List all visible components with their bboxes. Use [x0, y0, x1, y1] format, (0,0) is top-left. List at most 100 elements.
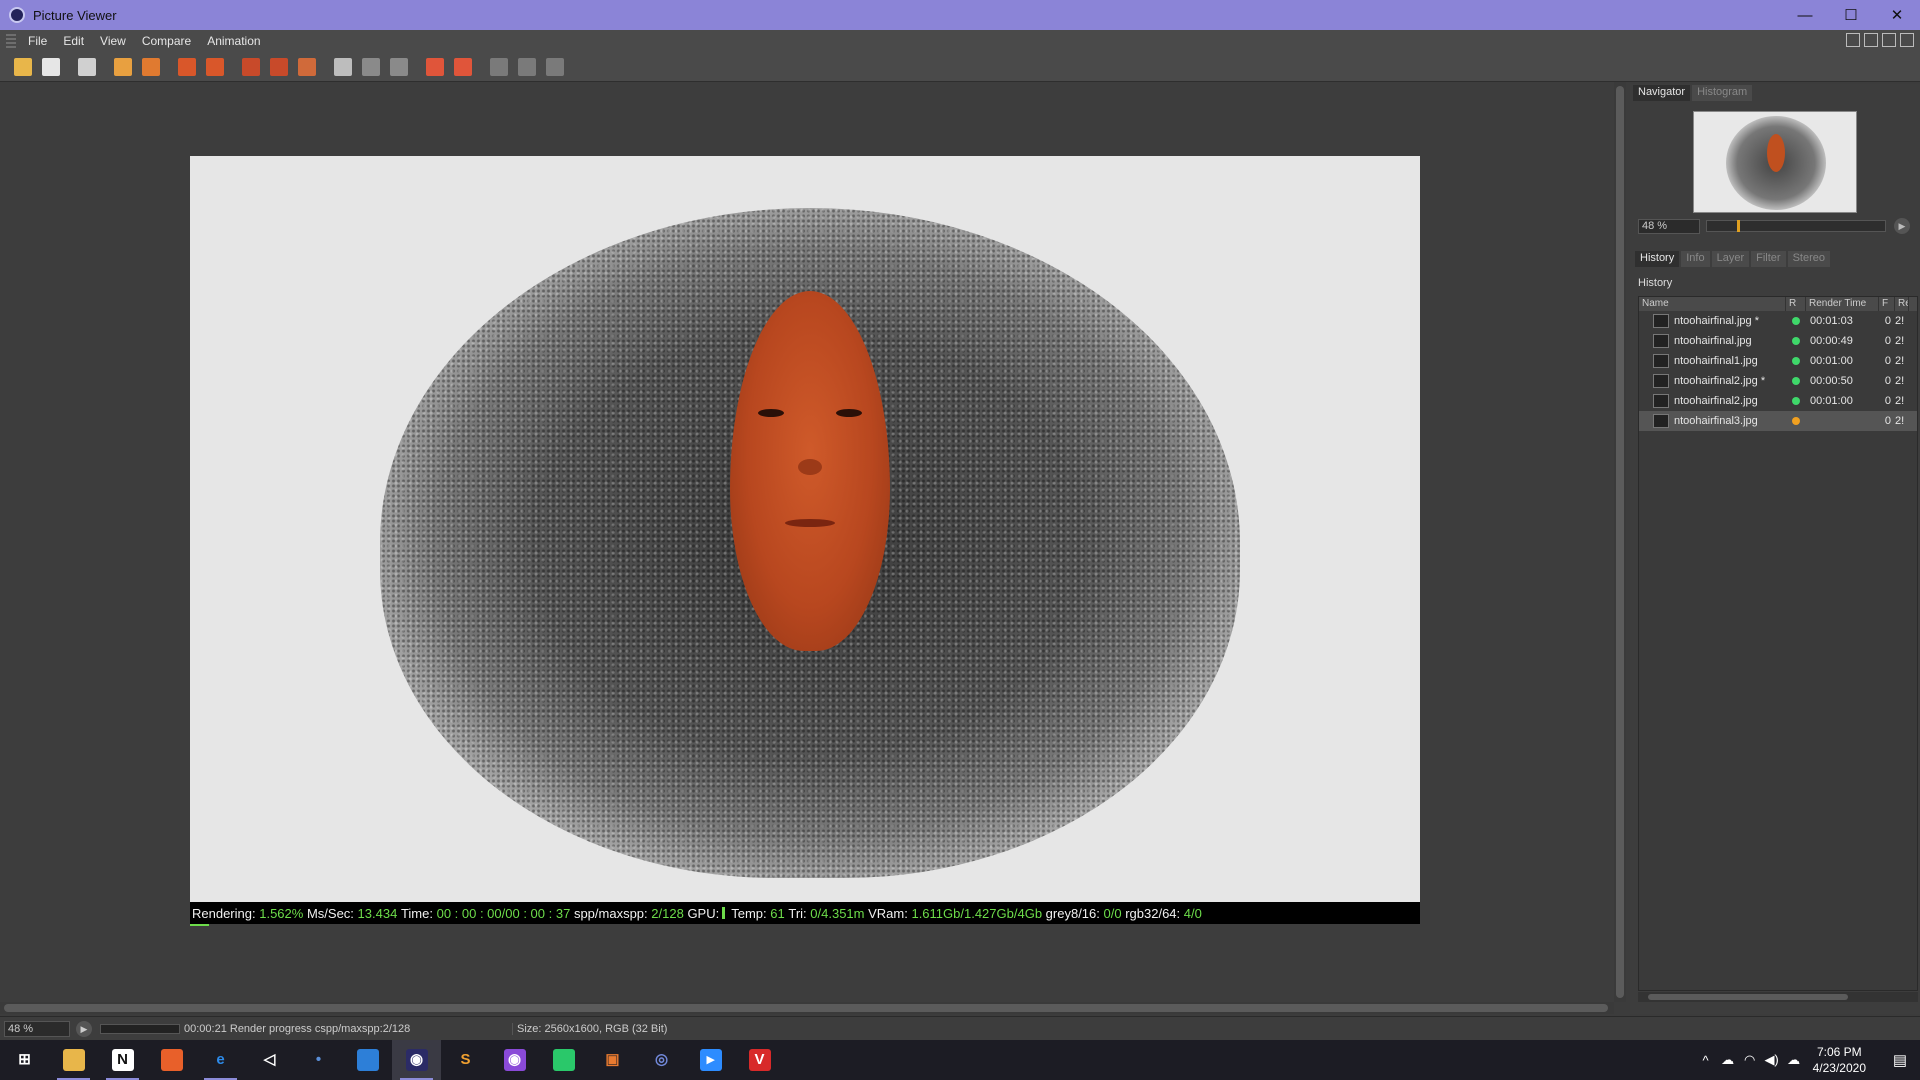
save-button[interactable] — [38, 54, 64, 80]
notification-icon[interactable]: ▤ — [1880, 1051, 1920, 1069]
taskbar-notion-button[interactable]: N — [98, 1040, 147, 1080]
taskbar-zoom-button[interactable]: ▸ — [686, 1040, 735, 1080]
taskbar-sublime-button[interactable]: S — [441, 1040, 490, 1080]
close-button[interactable]: ✕ — [1874, 0, 1920, 30]
history-row[interactable]: ntoohairfinal.jpg * 00:01:03 0 2! — [1639, 311, 1917, 331]
user-button[interactable] — [138, 54, 164, 80]
taskbar-app-dots-button[interactable]: • — [294, 1040, 343, 1080]
set-a-button[interactable] — [422, 54, 448, 80]
taskbar-discord-button[interactable]: ◎ — [637, 1040, 686, 1080]
taskbar-store-button[interactable] — [343, 1040, 392, 1080]
fit-button[interactable] — [110, 54, 136, 80]
view3-button[interactable] — [542, 54, 568, 80]
viewport-horizontal-scrollbar[interactable] — [0, 1002, 1614, 1014]
menu-edit[interactable]: Edit — [63, 34, 84, 48]
taskbar-firefox-button[interactable] — [147, 1040, 196, 1080]
taskbar-app-square-button[interactable]: ▣ — [588, 1040, 637, 1080]
col-re[interactable]: Re — [1895, 297, 1909, 311]
tab-info[interactable]: Info — [1681, 251, 1710, 267]
render-button[interactable] — [74, 54, 100, 80]
menu-view[interactable]: View — [100, 34, 126, 48]
history-row[interactable]: ntoohairfinal2.jpg * 00:00:50 0 2! — [1639, 371, 1917, 391]
status-zoom-field[interactable]: 48 % — [4, 1020, 70, 1037]
history-row[interactable]: ntoohairfinal1.jpg 00:01:00 0 2! — [1639, 351, 1917, 371]
region2-button[interactable] — [266, 54, 292, 80]
view2-button[interactable] — [514, 54, 540, 80]
history-horizontal-scrollbar[interactable] — [1638, 992, 1918, 1002]
layout-move-icon[interactable] — [1882, 33, 1896, 47]
history-scroll-thumb[interactable] — [1648, 994, 1848, 1000]
render-progress-bar — [190, 924, 209, 926]
ab-split-button[interactable] — [358, 54, 384, 80]
grip-icon — [6, 34, 16, 48]
vscroll-thumb[interactable] — [1616, 86, 1624, 998]
history-re: 2! — [1895, 395, 1905, 407]
status-play-icon[interactable]: ▶ — [76, 1020, 92, 1037]
open-button[interactable] — [10, 54, 36, 80]
layout-split-icon[interactable] — [1846, 33, 1860, 47]
viewport-vertical-scrollbar[interactable] — [1614, 82, 1626, 1002]
history-status-cell — [1786, 357, 1806, 365]
taskbar-unity-button[interactable]: ◁ — [245, 1040, 294, 1080]
taskbar-edge-button[interactable]: e — [196, 1040, 245, 1080]
menu-animation[interactable]: Animation — [207, 34, 260, 48]
history-f: 0 — [1884, 375, 1891, 387]
navigator-play-icon[interactable]: ▶ — [1894, 218, 1910, 234]
tab-navigator[interactable]: Navigator — [1633, 85, 1691, 101]
tab-histogram[interactable]: Histogram — [1692, 85, 1753, 101]
tab-stereo[interactable]: Stereo — [1787, 251, 1830, 267]
minimize-button[interactable]: — — [1782, 0, 1828, 30]
tab-layer[interactable]: Layer — [1711, 251, 1750, 267]
navigator-zoom-row: 48 % ▶ — [1638, 218, 1918, 234]
history-row[interactable]: ntoohairfinal2.jpg 00:01:00 0 2! — [1639, 391, 1917, 411]
col-name[interactable]: Name — [1639, 297, 1786, 311]
image-viewport[interactable]: Rendering: 1.562% Ms/Sec: 13.434 Time: 0… — [0, 82, 1614, 1002]
onedrive-icon[interactable]: ☁ — [1717, 1052, 1739, 1068]
network-icon[interactable]: ◠ — [1739, 1052, 1761, 1068]
history-row[interactable]: ntoohairfinal.jpg 00:00:49 0 2! — [1639, 331, 1917, 351]
tab-filter[interactable]: Filter — [1751, 251, 1786, 267]
col-r[interactable]: R — [1786, 297, 1806, 311]
taskbar-app-flag-button[interactable] — [539, 1040, 588, 1080]
history-file-name: ntoohairfinal2.jpg — [1674, 395, 1758, 407]
navigator-tabs: Navigator Histogram — [1633, 85, 1754, 101]
history-row[interactable]: ntoohairfinal3.jpg 0 2! — [1639, 411, 1917, 431]
taskbar-cinema4d-button[interactable]: ◉ — [392, 1040, 441, 1080]
history-render-time: 00:01:03 — [1810, 315, 1853, 327]
view1-button[interactable] — [486, 54, 512, 80]
region-button[interactable] — [238, 54, 264, 80]
navigator-zoom-field[interactable]: 48 % — [1638, 218, 1700, 234]
taskbar-clock[interactable]: 7:06 PM 4/23/2020 — [1813, 1044, 1866, 1076]
cloud-sync-icon[interactable]: ☁ — [1783, 1052, 1805, 1068]
app-square-icon: ▣ — [601, 1049, 624, 1071]
col-f[interactable]: F — [1879, 297, 1895, 311]
tray-chevron-icon[interactable]: ^ — [1695, 1053, 1717, 1068]
status-dot-icon — [1792, 357, 1800, 365]
hscroll-thumb[interactable] — [4, 1004, 1608, 1012]
compare-button[interactable] — [294, 54, 320, 80]
app-red-icon: V — [748, 1049, 771, 1071]
navigator-zoom-slider[interactable] — [1706, 220, 1886, 232]
set-b-button[interactable] — [450, 54, 476, 80]
status-dot-icon — [1792, 377, 1800, 385]
layer-a-button[interactable] — [174, 54, 200, 80]
taskbar-start-button[interactable]: ⊞ — [0, 1040, 49, 1080]
navigator-thumbnail[interactable] — [1693, 111, 1857, 213]
history-render-time: 00:00:49 — [1810, 335, 1853, 347]
zoom-slider-knob[interactable] — [1737, 220, 1740, 232]
ab-swap-button[interactable] — [386, 54, 412, 80]
layout-dock-icon[interactable] — [1900, 33, 1914, 47]
maximize-button[interactable]: ☐ — [1828, 0, 1874, 30]
ab-button[interactable] — [330, 54, 356, 80]
layout-expand-icon[interactable] — [1864, 33, 1878, 47]
volume-icon[interactable]: ◀) — [1761, 1052, 1783, 1068]
time-value: 00 : 00 : 00/00 : 00 : 37 — [436, 905, 571, 921]
tab-history[interactable]: History — [1635, 251, 1680, 267]
layer-b-button[interactable] — [202, 54, 228, 80]
menu-compare[interactable]: Compare — [142, 34, 191, 48]
taskbar-app-red-button[interactable]: V — [735, 1040, 784, 1080]
menu-file[interactable]: File — [28, 34, 47, 48]
taskbar-file-explorer-button[interactable] — [49, 1040, 98, 1080]
taskbar-app-purple-button[interactable]: ◉ — [490, 1040, 539, 1080]
col-render-time[interactable]: Render Time — [1806, 297, 1879, 311]
